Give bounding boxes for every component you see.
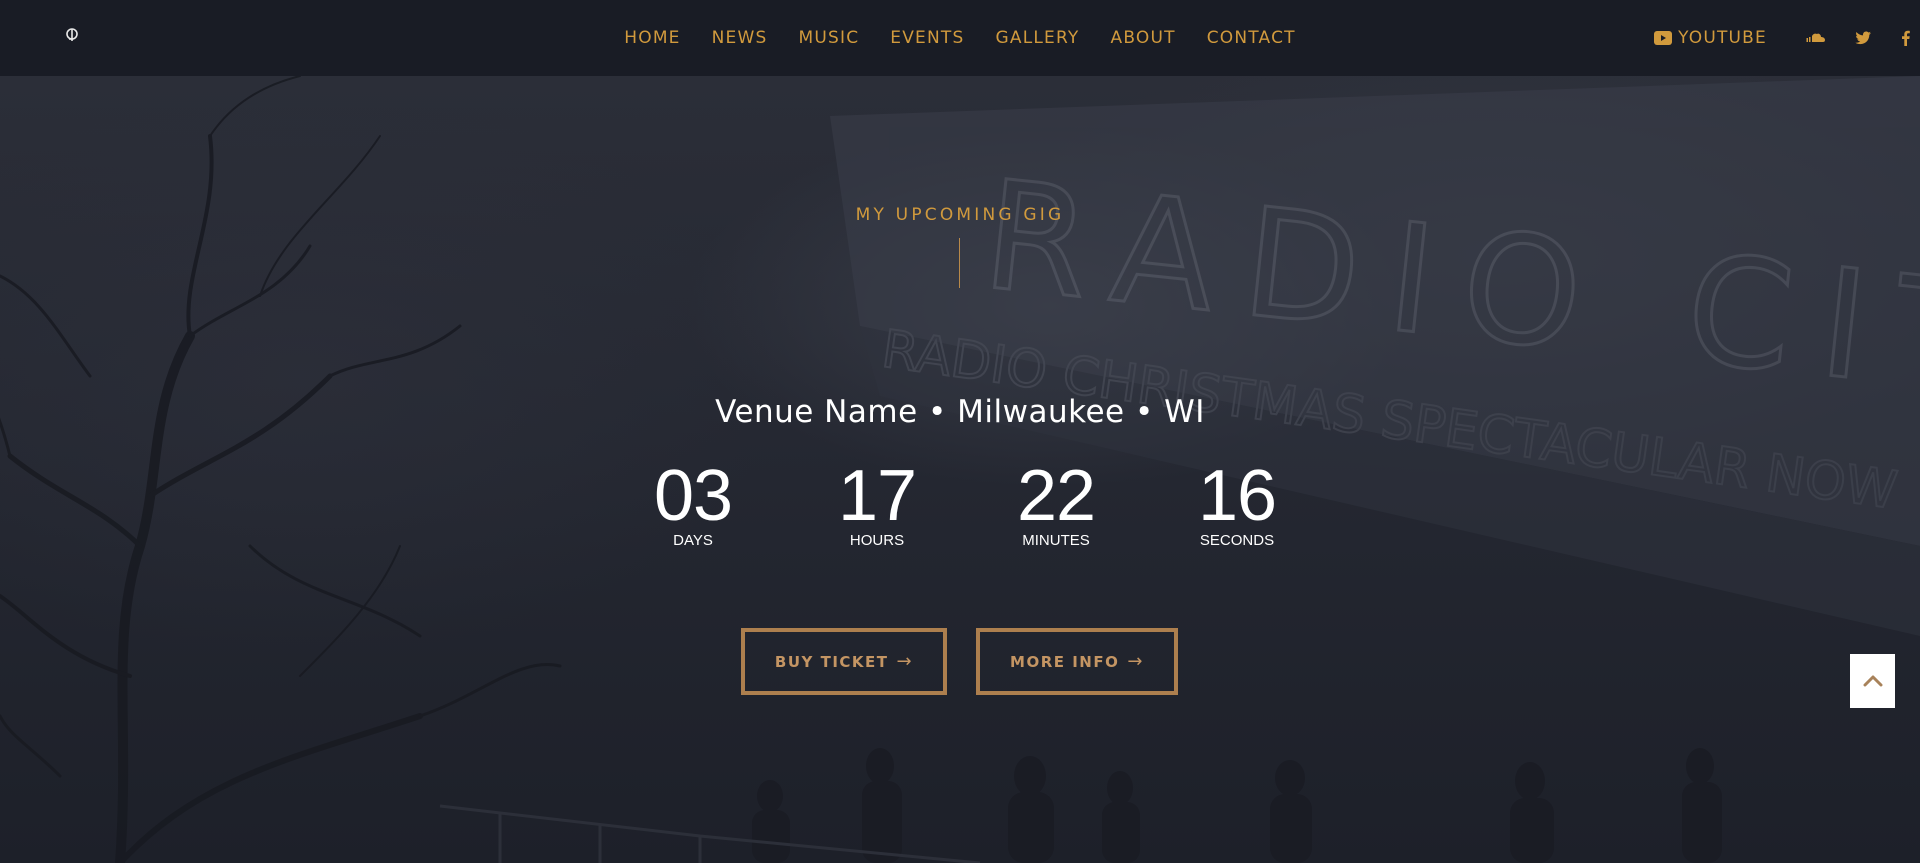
logo-icon bbox=[66, 28, 78, 41]
marquee-sign-graphic: RADIO CIT RADIO CHRISTMAS SPECTACULAR NO… bbox=[830, 76, 1920, 636]
site-header: HOME NEWS MUSIC EVENTS GALLERY ABOUT CON… bbox=[0, 0, 1920, 76]
facebook-icon[interactable] bbox=[1901, 30, 1910, 46]
hero-background-image: RADIO CIT RADIO CHRISTMAS SPECTACULAR NO… bbox=[0, 76, 1920, 863]
countdown-hours: 17 HOURS bbox=[797, 456, 957, 550]
venue-title: Venue Name • Milwaukee • WI bbox=[715, 394, 1205, 430]
nav-item-gallery[interactable]: GALLERY bbox=[996, 28, 1080, 48]
nav-item-events[interactable]: EVENTS bbox=[890, 28, 964, 48]
crowd-silhouette bbox=[752, 748, 1722, 863]
countdown-minutes: 22 MINUTES bbox=[976, 456, 1136, 550]
soundcloud-icon[interactable] bbox=[1805, 33, 1825, 43]
countdown-seconds: 16 SECONDS bbox=[1157, 456, 1317, 550]
countdown-days-label: DAYS bbox=[673, 532, 713, 549]
upcoming-gig-heading: MY UPCOMING GIG bbox=[855, 205, 1065, 225]
tree-silhouette bbox=[0, 76, 562, 863]
countdown-seconds-label: SECONDS bbox=[1199, 532, 1275, 549]
buy-ticket-button[interactable]: BUY TICKET → bbox=[741, 628, 947, 695]
countdown-days: 03 DAYS bbox=[613, 456, 773, 550]
main-nav: HOME NEWS MUSIC EVENTS GALLERY ABOUT CON… bbox=[0, 0, 1920, 76]
twitter-icon[interactable] bbox=[1855, 31, 1871, 45]
countdown-minutes-value: 22 bbox=[1016, 456, 1096, 536]
youtube-icon bbox=[1654, 31, 1673, 45]
nav-item-contact[interactable]: CONTACT bbox=[1207, 28, 1296, 48]
arrow-right-icon: → bbox=[896, 651, 914, 672]
buy-ticket-label: BUY TICKET bbox=[774, 652, 889, 671]
nav-item-about[interactable]: ABOUT bbox=[1111, 28, 1176, 48]
more-info-button[interactable]: MORE INFO → bbox=[976, 628, 1178, 695]
arrow-right-icon: → bbox=[1127, 651, 1144, 672]
countdown-hours-value: 17 bbox=[837, 456, 917, 536]
social-links: YOUTUBE bbox=[1654, 0, 1920, 76]
heading-divider bbox=[959, 238, 960, 288]
countdown-minutes-label: MINUTES bbox=[1022, 532, 1090, 549]
chevron-up-icon bbox=[1863, 675, 1882, 687]
site-logo[interactable] bbox=[64, 24, 80, 44]
youtube-link[interactable]: YOUTUBE bbox=[1654, 28, 1767, 48]
nav-item-home[interactable]: HOME bbox=[624, 28, 680, 48]
page: RADIO CIT RADIO CHRISTMAS SPECTACULAR NO… bbox=[0, 0, 1920, 863]
countdown-seconds-value: 16 bbox=[1197, 456, 1277, 536]
nav-item-music[interactable]: MUSIC bbox=[798, 28, 859, 48]
hero-section: RADIO CIT RADIO CHRISTMAS SPECTACULAR NO… bbox=[0, 76, 1920, 863]
scroll-to-top-button[interactable] bbox=[1850, 654, 1895, 708]
countdown-days-value: 03 bbox=[653, 456, 733, 536]
nav-item-news[interactable]: NEWS bbox=[712, 28, 768, 48]
youtube-label: YOUTUBE bbox=[1678, 28, 1767, 48]
more-info-label: MORE INFO bbox=[1010, 652, 1120, 671]
countdown-hours-label: HOURS bbox=[849, 532, 905, 549]
